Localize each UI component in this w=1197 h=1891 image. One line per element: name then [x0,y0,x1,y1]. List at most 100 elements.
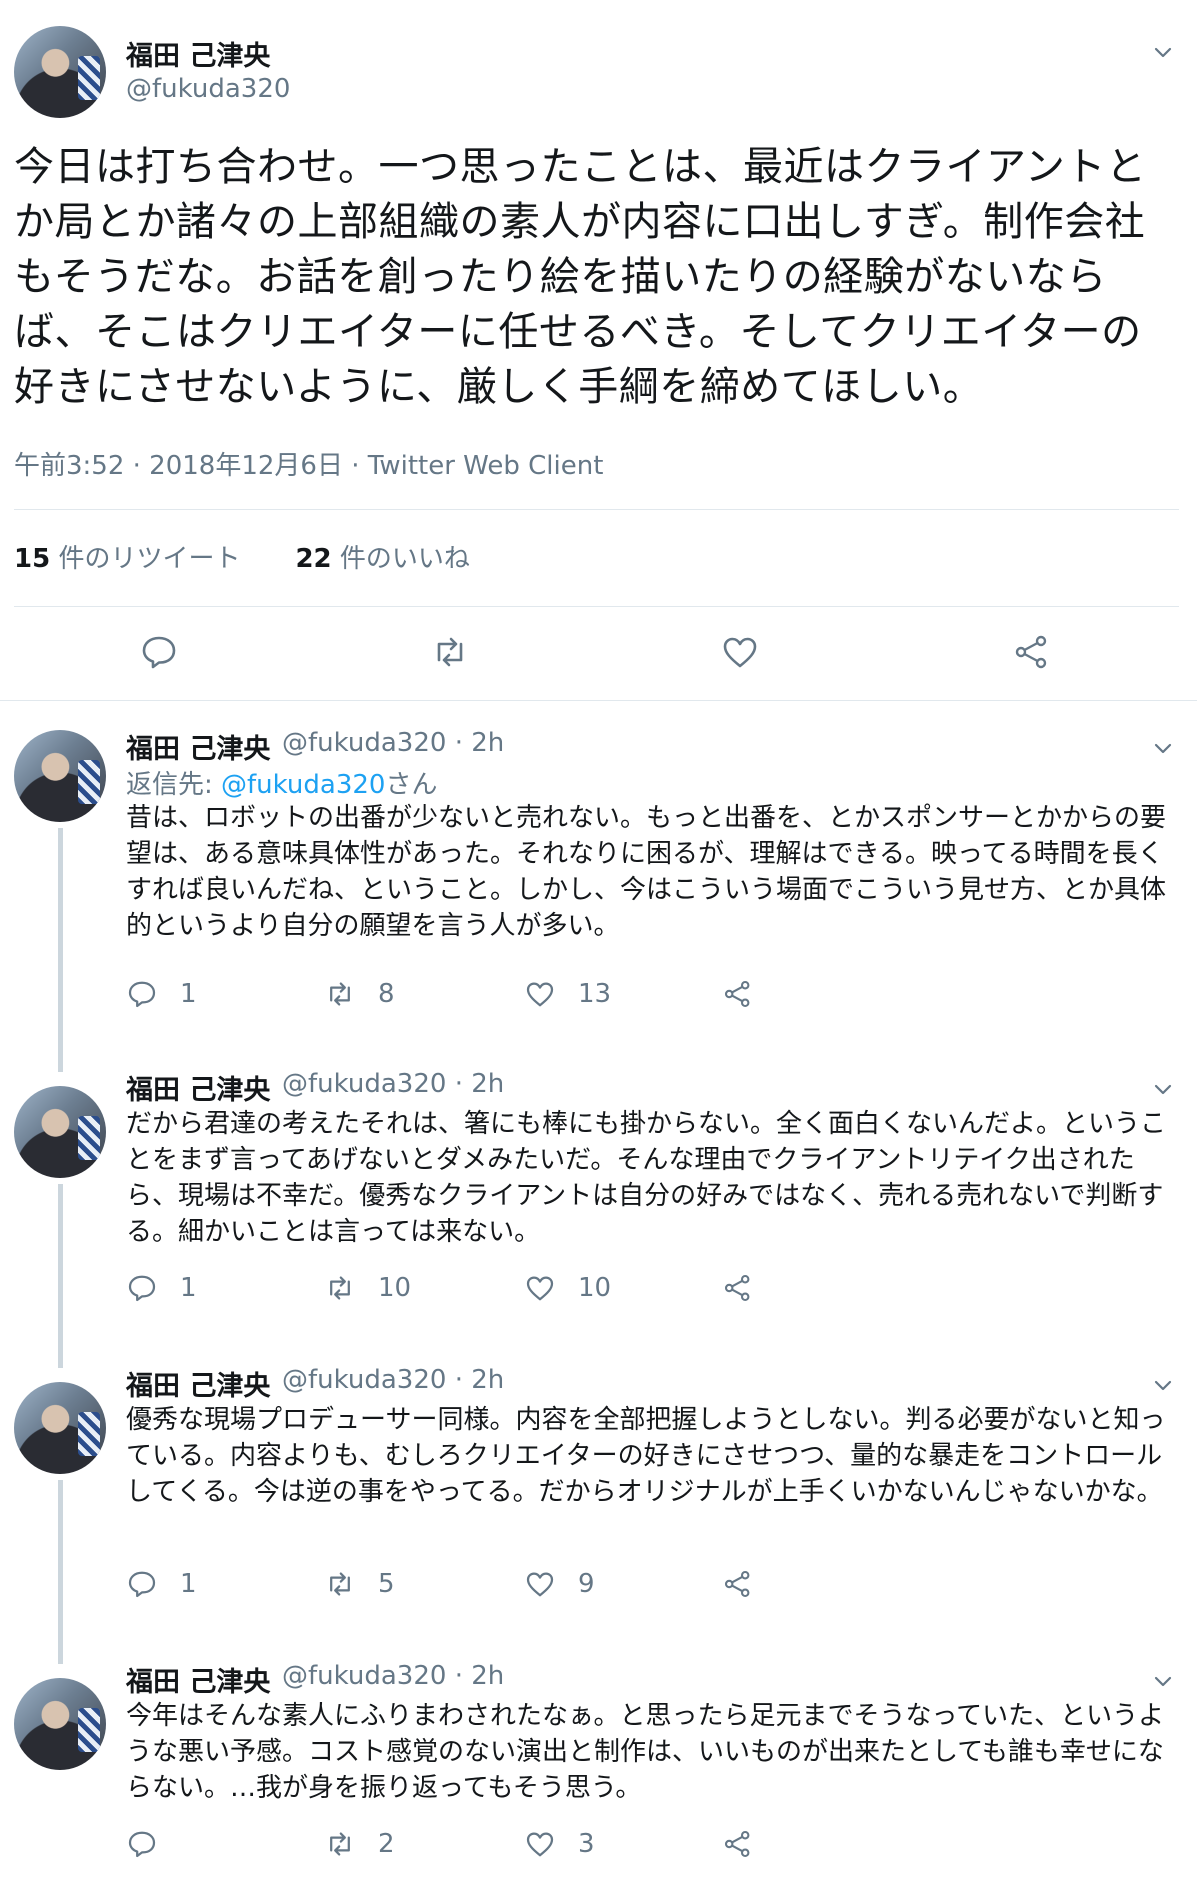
retweet-arrows-icon [330,1832,350,1856]
author-handle[interactable]: @fukuda320 [282,728,446,758]
retweet-button[interactable] [430,632,474,676]
chevron-down-icon[interactable] [1153,1079,1173,1099]
tweet-text: 昔は、ロボットの出番が少ないと売れない。もっと出番を、とかスポンサーとかからの要… [126,803,1167,941]
divider [14,509,1179,510]
reply-button[interactable]: 1 [126,978,197,1010]
retweet-button[interactable]: 5 [324,1568,395,1600]
reply-tweet[interactable]: 福田 己津央 @fukuda320 · 2h 優秀な現場プロデューサー同様。内容… [0,1354,1197,1650]
reply-handle-time: @fukuda320 · 2h [282,728,504,758]
main-tweet: 福田 己津央 @fukuda320 今日は打ち合わせ。一つ思ったことは、最近はク… [0,0,1197,700]
heart-icon [526,1832,554,1857]
reply-handle-time: @fukuda320 · 2h [282,1365,504,1395]
avatar[interactable] [14,1382,106,1474]
thread-line [58,1184,63,1354]
like-count: 3 [578,1829,595,1859]
mention-link[interactable]: @fukuda320 [221,770,385,800]
author-name[interactable]: 福田 己津央 [126,1068,270,1107]
like-button[interactable]: 10 [524,1272,611,1304]
retweet-arrows-icon [330,1572,350,1596]
tweet-time[interactable]: · 2h [455,1365,505,1395]
chevron-down-icon[interactable] [1153,1375,1173,1395]
divider [0,700,1197,701]
reply-tweet[interactable]: 福田 己津央 @fukuda320 · 2h 返信先: @fukuda320さん… [0,702,1197,1058]
reply-count: 1 [180,1273,197,1303]
like-button[interactable]: 13 [524,978,611,1010]
retweet-count: 15 [14,544,51,574]
chevron-down-icon[interactable] [1153,42,1173,62]
retweet-count: 2 [378,1829,395,1859]
avatar[interactable] [14,26,106,118]
like-button[interactable]: 3 [524,1828,595,1860]
author-name[interactable]: 福田 己津央 [126,1660,270,1699]
reply-count: 1 [180,1569,197,1599]
tweet-time[interactable]: · 2h [455,1661,505,1691]
author-name[interactable]: 福田 己津央 [126,1364,270,1403]
share-button[interactable] [722,1272,754,1304]
like-stat-label: 件のいいね [339,544,470,574]
reply-count: 1 [180,979,197,1009]
replying-to-prefix: 返信先: [126,770,222,800]
share-nodes-icon [724,1274,750,1302]
reply-tweet[interactable]: 福田 己津央 @fukuda320 · 2h だから君達の考えたそれは、箸にも棒… [0,1058,1197,1354]
thread-line [58,828,63,1058]
avatar[interactable] [14,730,106,822]
share-button[interactable] [1012,632,1056,676]
speech-bubble-icon [128,1275,156,1302]
retweet-stat-label: 件のリツイート [58,544,241,574]
share-button[interactable] [722,1568,754,1600]
share-nodes-icon [724,1830,750,1858]
author-handle[interactable]: @fukuda320 [126,74,290,104]
heart-icon [526,1276,554,1301]
like-count: 13 [578,979,612,1009]
speech-bubble-icon [128,1571,156,1598]
retweet-count: 10 [378,1273,412,1303]
reply-button[interactable]: 1 [126,1272,197,1304]
like-count: 22 [295,544,332,574]
reply-button[interactable] [139,632,183,676]
share-nodes-icon [724,1570,750,1598]
thread-line [58,1058,63,1072]
chevron-down-icon[interactable] [1153,1671,1173,1691]
author-name[interactable]: 福田 己津央 [126,727,270,766]
retweet-arrows-icon [330,982,350,1006]
retweet-count: 8 [378,979,395,1009]
retweet-count: 5 [378,1569,395,1599]
reply-button[interactable]: 1 [126,1568,197,1600]
retweet-button[interactable]: 2 [324,1828,395,1860]
retweet-stat[interactable]: 15 件のリツイート [14,544,240,574]
share-nodes-icon [1015,635,1047,669]
tweet-text: だから君達の考えたそれは、箸にも棒にも掛からない。全く面白くないんだよ。というこ… [126,1109,1167,1247]
retweet-button[interactable]: 10 [324,1272,411,1304]
avatar[interactable] [14,1086,106,1178]
author-handle[interactable]: @fukuda320 [282,1069,446,1099]
reply-handle-time: @fukuda320 · 2h [282,1069,504,1099]
retweet-arrows-icon [330,1276,350,1300]
tweet-text: 今年はそんな素人にふりまわされたなぁ。と思ったら足元までそうなっていた、というよ… [126,1701,1165,1803]
author-handle[interactable]: @fukuda320 [282,1365,446,1395]
thread-line [58,1650,63,1664]
replying-to-suffix: さん [385,770,438,800]
share-button[interactable] [722,1828,754,1860]
retweet-button[interactable]: 8 [324,978,395,1010]
tweet-time[interactable]: · 2h [455,1069,505,1099]
like-count: 9 [578,1569,595,1599]
divider [14,606,1179,607]
tweet-timestamp[interactable]: 午前3:52 · 2018年12月6日 · Twitter Web Client [14,445,603,482]
author-handle[interactable]: @fukuda320 [282,1661,446,1691]
reply-tweet[interactable]: 福田 己津央 @fukuda320 · 2h 今年はそんな素人にふりまわされたな… [0,1650,1197,1891]
tweet-text: 今日は打ち合わせ。一つ思ったことは、最近はクライアントとか局とか諸々の上部組織の… [14,144,1147,410]
author-name[interactable]: 福田 己津央 [126,34,270,73]
avatar[interactable] [14,1678,106,1770]
chevron-down-icon[interactable] [1153,738,1173,758]
like-button[interactable]: 9 [524,1568,595,1600]
like-count: 10 [578,1273,612,1303]
speech-bubble-icon [128,981,156,1008]
like-stat[interactable]: 22 件のいいね [295,544,469,574]
reply-button[interactable] [126,1828,180,1860]
share-button[interactable] [722,978,754,1010]
like-button[interactable] [720,632,764,676]
heart-icon [526,982,554,1007]
tweet-time[interactable]: · 2h [455,728,505,758]
speech-bubble-icon [142,636,176,669]
tweet-stats: 15 件のリツイート 22 件のいいね [14,538,470,575]
